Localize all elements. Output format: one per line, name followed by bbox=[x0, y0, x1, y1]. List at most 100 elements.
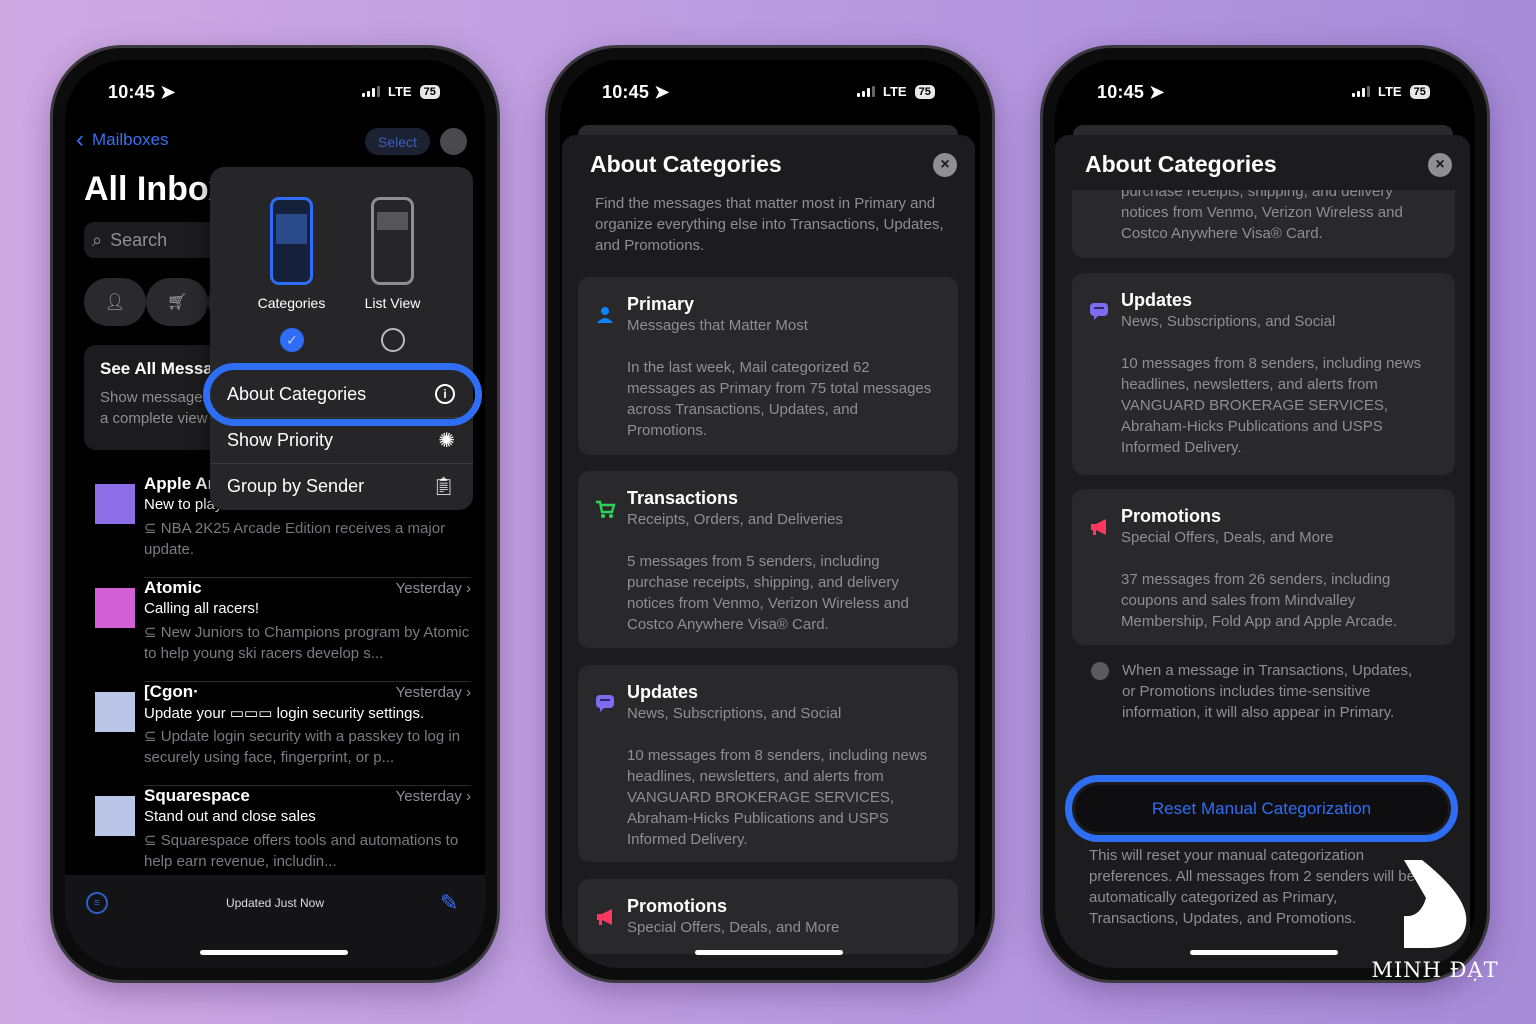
compose-icon[interactable]: ✎ bbox=[440, 890, 458, 916]
cart-icon: 🛒︎ bbox=[166, 294, 188, 311]
sender-avatar bbox=[95, 796, 135, 836]
card-body: 10 messages from 8 senders, including ne… bbox=[1121, 355, 1422, 456]
home-indicator bbox=[1190, 950, 1338, 955]
sender-avatar bbox=[95, 692, 135, 732]
screen: 10:45 ➤ LTE 75 About Categories × Find th… bbox=[560, 60, 980, 968]
list-view-option-label[interactable]: List View bbox=[351, 295, 434, 311]
about-categories-sheet: About Categories × Transactions Receipts… bbox=[1055, 135, 1470, 968]
summary-icon: ⊆ bbox=[144, 728, 161, 745]
about-categories-sheet: About Categories × Find the messages tha… bbox=[562, 135, 975, 968]
network-label: LTE bbox=[388, 84, 412, 99]
card-subtitle: News, Subscriptions, and Social bbox=[627, 705, 842, 722]
card-body: 37 messages from 26 senders, including c… bbox=[1121, 571, 1398, 630]
battery-icon: 75 bbox=[914, 84, 935, 99]
card-body: 5 messages from 5 senders, including pur… bbox=[1121, 190, 1403, 242]
email-date: Yesterday › bbox=[396, 788, 471, 805]
email-subject: Stand out and close sales bbox=[144, 808, 316, 825]
card-title: Updates bbox=[627, 682, 699, 702]
location-arrow-icon: ➤ bbox=[160, 82, 176, 102]
time-text: 10:45 bbox=[108, 82, 156, 102]
card-subtitle: Special Offers, Deals, and More bbox=[627, 919, 840, 936]
reset-categorization-button[interactable]: Reset Manual Categorization bbox=[1075, 785, 1448, 832]
close-button[interactable]: × bbox=[933, 153, 957, 177]
email-row[interactable]: [Cgon· Yesterday › Update your ▭▭▭ login… bbox=[65, 682, 485, 786]
status-bar: LTE 75 bbox=[362, 84, 440, 99]
email-preview-text: New Juniors to Champions program by Atom… bbox=[144, 624, 470, 662]
card-body: In the last week, Mail categorized 62 me… bbox=[627, 359, 932, 439]
card-title: Primary bbox=[627, 294, 695, 314]
email-row[interactable]: Atomic Yesterday › Calling all racers! ⊆… bbox=[65, 578, 485, 682]
email-preview: ⊆ New Juniors to Champions program by At… bbox=[144, 622, 474, 664]
email-date-text: Yesterday bbox=[395, 788, 462, 805]
person-icon bbox=[594, 304, 616, 326]
menu-item-show-priority[interactable]: Show Priority ✺ bbox=[210, 417, 473, 463]
status-time: 10:45 ➤ bbox=[1097, 82, 1165, 103]
checkmark-icon[interactable]: ✓ bbox=[280, 328, 304, 352]
location-arrow-icon: ➤ bbox=[654, 82, 670, 102]
menu-item-about-categories[interactable]: About Categories i bbox=[210, 371, 473, 417]
toolbar-status: Updated Just Now bbox=[225, 896, 325, 910]
status-time: 10:45 ➤ bbox=[602, 82, 670, 103]
category-chip-primary[interactable]: 👤︎ bbox=[84, 278, 146, 326]
category-chip-transactions[interactable]: 🛒︎ bbox=[146, 278, 208, 326]
close-button[interactable]: × bbox=[1428, 153, 1452, 177]
summary-icon: ⊆ bbox=[144, 624, 161, 641]
status-time: 10:45 ➤ bbox=[108, 82, 176, 103]
summary-icon: ⊆ bbox=[144, 832, 161, 849]
chevron-right-icon: › bbox=[466, 580, 471, 597]
category-card-promotions: Promotions Special Offers, Deals, and Mo… bbox=[578, 879, 958, 954]
megaphone-icon bbox=[594, 906, 616, 928]
email-sender: Squarespace bbox=[144, 786, 250, 805]
email-date: Yesterday › bbox=[396, 684, 471, 701]
list-view-preview-icon[interactable] bbox=[371, 197, 414, 285]
email-date-text: Yesterday bbox=[395, 684, 462, 701]
menu-item-group-by-sender[interactable]: Group by Sender 📋︎ bbox=[210, 463, 473, 509]
menu-item-label: Show Priority bbox=[227, 430, 334, 450]
summary-icon: ⊆ bbox=[144, 520, 161, 537]
location-arrow-icon: ➤ bbox=[1149, 82, 1165, 102]
phone-mail-inbox: 10:45 ➤ LTE 75 ‹ Mailboxes Select All Inbo… bbox=[50, 45, 500, 983]
email-preview: ⊆ Update login security with a passkey t… bbox=[144, 726, 474, 768]
category-card-primary: Primary Messages that Matter Most In the… bbox=[578, 277, 958, 455]
email-preview-text: NBA 2K25 Arcade Edition receives a major… bbox=[144, 520, 446, 558]
email-date-text: Yesterday bbox=[395, 580, 462, 597]
intro-text: Find the messages that matter most in Pr… bbox=[595, 195, 944, 254]
back-button[interactable]: ‹ Mailboxes bbox=[76, 128, 169, 152]
avatar[interactable] bbox=[440, 128, 467, 155]
status-bar: LTE 75 bbox=[857, 84, 935, 99]
card-subtitle: Messages that Matter Most bbox=[627, 317, 808, 334]
home-indicator bbox=[695, 950, 843, 955]
sender-avatar bbox=[95, 484, 135, 524]
card-title: Transactions bbox=[627, 488, 739, 508]
email-preview-text: Update login security with a passkey to … bbox=[144, 728, 461, 766]
category-card-transactions: Transactions Receipts, Orders, and Deliv… bbox=[1072, 190, 1455, 258]
screen: 10:45 ➤ LTE 75 About Categories × Transac… bbox=[1055, 60, 1475, 968]
close-icon: × bbox=[940, 156, 950, 173]
card-title: Updates bbox=[1121, 290, 1193, 310]
category-card-transactions: Transactions Receipts, Orders, and Deliv… bbox=[578, 471, 958, 648]
chevron-right-icon: › bbox=[466, 788, 471, 805]
select-button[interactable]: Select bbox=[365, 128, 430, 155]
time-text: 10:45 bbox=[1097, 82, 1145, 102]
phone-about-categories: 10:45 ➤ LTE 75 About Categories × Find th… bbox=[545, 45, 995, 983]
chat-icon bbox=[1088, 300, 1110, 322]
home-indicator bbox=[200, 950, 348, 955]
category-card-updates: Updates News, Subscriptions, and Social … bbox=[1072, 273, 1455, 475]
scroll-area[interactable]: Transactions Receipts, Orders, and Deliv… bbox=[1055, 190, 1470, 968]
clock-icon bbox=[1091, 662, 1109, 680]
signal-icon bbox=[857, 86, 875, 97]
email-subject: Update your ▭▭▭ login security settings. bbox=[144, 705, 425, 722]
menu-item-label: Group by Sender bbox=[227, 476, 365, 496]
sender-avatar bbox=[95, 588, 135, 628]
battery-icon: 75 bbox=[1409, 84, 1430, 99]
card-subtitle: Receipts, Orders, and Deliveries bbox=[627, 511, 843, 528]
categories-option-label[interactable]: Categories bbox=[250, 295, 333, 311]
screen: 10:45 ➤ LTE 75 ‹ Mailboxes Select All Inbo… bbox=[65, 60, 485, 968]
info-icon: i bbox=[435, 384, 455, 404]
network-label: LTE bbox=[1378, 84, 1402, 99]
categories-preview-icon[interactable] bbox=[270, 197, 313, 285]
close-icon: × bbox=[1435, 156, 1445, 173]
search-icon: ⌕ bbox=[92, 229, 103, 250]
battery-icon: 75 bbox=[419, 84, 440, 99]
radio-empty-icon[interactable] bbox=[381, 328, 405, 352]
